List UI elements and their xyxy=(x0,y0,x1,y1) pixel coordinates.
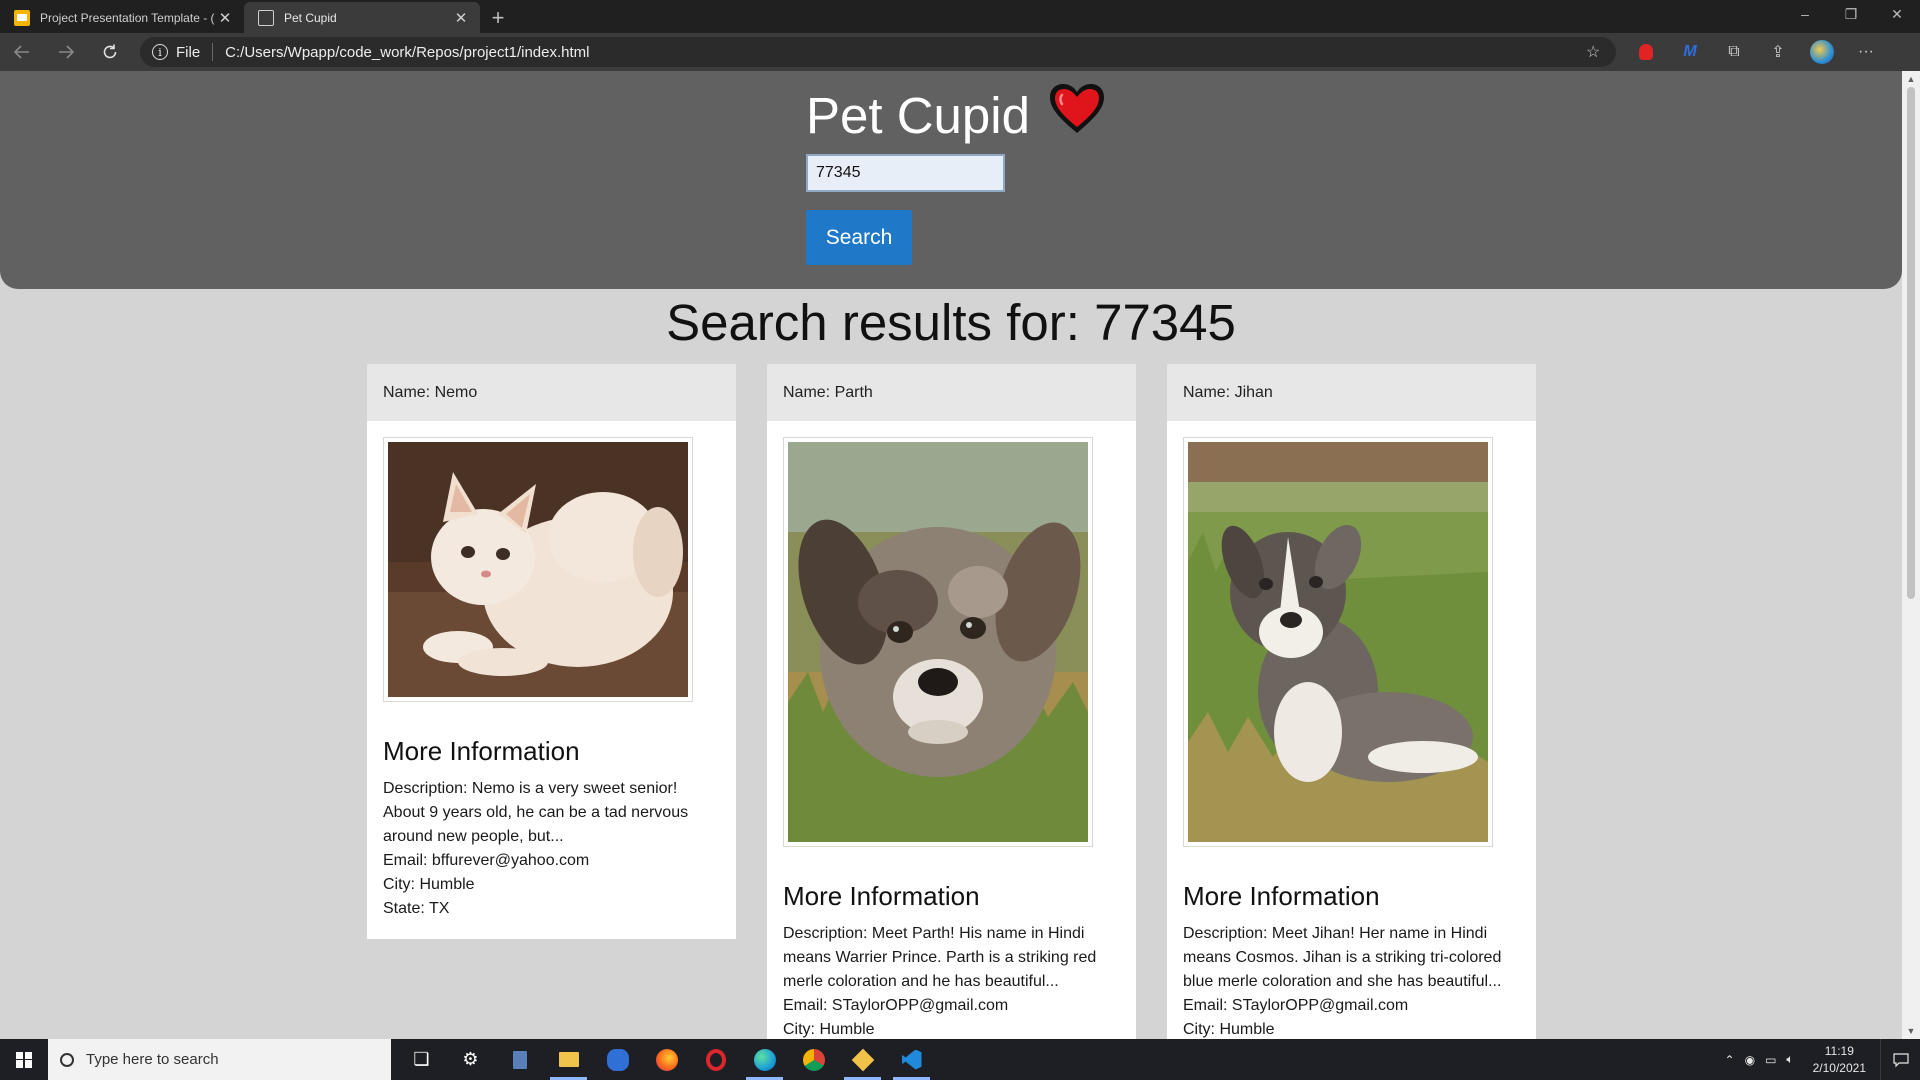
scroll-down-icon[interactable]: ▼ xyxy=(1902,1023,1920,1039)
taskbar-apps: ❏ ⚙ xyxy=(397,1039,936,1080)
scroll-thumb[interactable] xyxy=(1907,87,1915,599)
pet-photo-frame xyxy=(783,437,1093,847)
site-title: Pet Cupid xyxy=(806,86,1030,144)
address-bar[interactable]: i File C:/Users/Wpapp/code_work/Repos/pr… xyxy=(140,37,1616,67)
chrome-icon[interactable] xyxy=(789,1039,838,1080)
pet-email: Email: STaylorOPP@gmail.com xyxy=(783,997,1009,1014)
scheme-label: File xyxy=(176,43,201,61)
pet-card-nemo: Name: Nemo More Information Description:… xyxy=(367,364,736,939)
search-icon xyxy=(60,1052,74,1067)
firefox-icon[interactable] xyxy=(642,1039,691,1080)
forward-arrow-icon xyxy=(59,45,75,59)
close-icon[interactable]: ✕ xyxy=(452,9,470,27)
file-explorer-icon[interactable] xyxy=(544,1039,593,1080)
favorites-icon[interactable]: ☆ xyxy=(1586,42,1616,62)
hero-header: Pet Cupid Search xyxy=(0,71,1902,289)
refresh-icon xyxy=(103,44,117,59)
git-icon[interactable] xyxy=(838,1039,887,1080)
more-info-heading: More Information xyxy=(1183,881,1380,911)
system-tray: ⌃ ◉ ▭ 🔈︎ 11:19 2/10/2021 xyxy=(1720,1039,1920,1080)
steam-icon[interactable]: ◉ xyxy=(1740,1053,1760,1067)
pet-city: City: Humble xyxy=(383,876,475,893)
white-cat-photo xyxy=(388,442,688,697)
pet-card-parth: Name: Parth More Information Description… xyxy=(767,364,1136,1039)
onedrive-icon[interactable] xyxy=(593,1039,642,1080)
refresh-button[interactable] xyxy=(88,33,132,71)
tab-project-presentation[interactable]: Project Presentation Template - ( ✕ xyxy=(0,2,244,33)
slides-icon xyxy=(14,9,30,26)
close-icon[interactable]: ✕ xyxy=(216,9,234,27)
browser-toolbar: i File C:/Users/Wpapp/code_work/Repos/pr… xyxy=(0,33,1920,71)
pet-city: City: Humble xyxy=(1183,1021,1275,1038)
collections-icon[interactable]: ⧉ xyxy=(1712,33,1756,71)
profile-avatar-icon[interactable] xyxy=(1800,33,1844,71)
results-heading: Search results for: 77345 xyxy=(666,294,1236,351)
close-window-button[interactable]: ✕ xyxy=(1874,0,1920,28)
taskbar-search[interactable]: Type here to search xyxy=(48,1039,391,1080)
pet-state: State: TX xyxy=(383,900,450,917)
start-button[interactable] xyxy=(0,1039,48,1080)
windows-taskbar: Type here to search ❏ ⚙ ⌃ ◉ ▭ 🔈︎ 11:19 2… xyxy=(0,1039,1920,1080)
pet-description: Description: Nemo is a very sweet senior… xyxy=(383,780,689,845)
toolbar-icons: M ⧉ ⇪ ··· xyxy=(1624,33,1888,71)
clock-date: 2/10/2021 xyxy=(1812,1060,1866,1075)
url-text[interactable]: C:/Users/Wpapp/code_work/Repos/project1/… xyxy=(225,44,1586,61)
network-icon[interactable]: ▭ xyxy=(1760,1053,1781,1067)
pet-city: City: Humble xyxy=(783,1021,875,1038)
windows-logo-icon xyxy=(16,1051,32,1068)
tab-label: Pet Cupid xyxy=(284,10,337,25)
page-title: Pet Cupid xyxy=(806,83,1106,147)
clock-time: 11:19 xyxy=(1824,1043,1854,1058)
browser-tabstrip: Project Presentation Template - ( ✕ Pet … xyxy=(0,0,1920,33)
minimize-button[interactable]: – xyxy=(1782,0,1828,28)
share-icon[interactable]: ⇪ xyxy=(1756,33,1800,71)
zip-search-input[interactable] xyxy=(806,154,1005,192)
pet-card-jihan: Name: Jihan More Information Description… xyxy=(1167,364,1536,1039)
pet-name: Name: Parth xyxy=(767,364,1136,421)
vscode-icon[interactable] xyxy=(887,1039,936,1080)
pet-photo-frame xyxy=(1183,437,1493,847)
divider xyxy=(212,43,214,61)
tab-pet-cupid[interactable]: Pet Cupid ✕ xyxy=(244,2,480,33)
pet-name: Name: Jihan xyxy=(1167,364,1536,421)
more-info-heading: More Information xyxy=(783,881,980,911)
ext-m-icon[interactable]: M xyxy=(1668,33,1712,71)
settings-icon[interactable]: ⚙ xyxy=(446,1039,495,1080)
task-view-icon[interactable]: ❏ xyxy=(397,1039,446,1080)
opera-icon[interactable] xyxy=(691,1039,740,1080)
tab-label: Project Presentation Template - ( xyxy=(40,10,215,25)
edge-icon[interactable] xyxy=(740,1039,789,1080)
back-button[interactable] xyxy=(0,33,44,71)
window-controls: – ❐ ✕ xyxy=(1782,0,1920,28)
back-arrow-icon xyxy=(13,45,29,59)
search-button[interactable]: Search xyxy=(806,210,912,265)
clock[interactable]: 11:19 2/10/2021 xyxy=(1799,1043,1880,1077)
pet-email: Email: bffurever@yahoo.com xyxy=(383,852,590,869)
search-placeholder: Type here to search xyxy=(86,1051,219,1068)
pet-photo-frame xyxy=(383,437,693,702)
page-scrollbar[interactable]: ▲ ▼ xyxy=(1902,71,1920,1039)
pet-description: Description: Meet Parth! His name in Hin… xyxy=(783,925,1097,990)
notification-icon[interactable] xyxy=(1880,1039,1920,1080)
page-icon xyxy=(258,9,274,26)
ext-stop-icon[interactable] xyxy=(1624,33,1668,71)
new-tab-button[interactable]: + xyxy=(480,2,516,33)
pet-name: Name: Nemo xyxy=(367,364,736,421)
pet-email: Email: STaylorOPP@gmail.com xyxy=(1183,997,1409,1014)
chevron-up-icon[interactable]: ⌃ xyxy=(1720,1053,1740,1067)
calculator-icon[interactable] xyxy=(495,1039,544,1080)
more-icon[interactable]: ··· xyxy=(1844,33,1888,71)
pet-description: Description: Meet Jihan! Her name in Hin… xyxy=(1183,925,1502,990)
restore-button[interactable]: ❐ xyxy=(1828,0,1874,28)
heart-icon xyxy=(1048,83,1106,147)
volume-icon[interactable]: 🔈︎ xyxy=(1781,1052,1798,1067)
page-viewport: Pet Cupid Search Search results for: 773… xyxy=(0,71,1902,1039)
more-info-heading: More Information xyxy=(383,736,580,766)
tricolor-puppy-photo xyxy=(1188,442,1488,842)
scroll-up-icon[interactable]: ▲ xyxy=(1902,71,1920,87)
merle-puppy-photo xyxy=(788,442,1088,842)
info-icon[interactable]: i xyxy=(152,44,168,60)
forward-button[interactable] xyxy=(44,33,88,71)
